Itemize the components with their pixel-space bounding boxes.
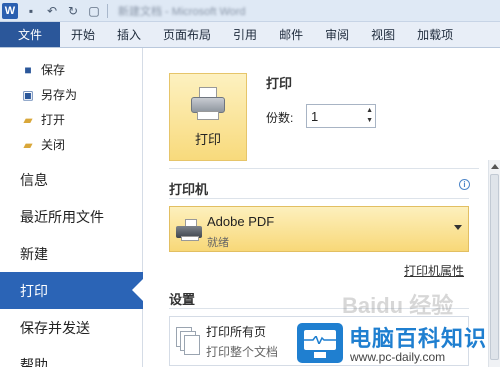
menu-item-print[interactable]: 打印 (0, 272, 144, 309)
printer-icon (176, 219, 204, 243)
tab-references[interactable]: 引用 (222, 22, 268, 47)
printer-dropdown[interactable]: Adobe PDF 就绪 (169, 206, 469, 252)
save-as-icon: ▣ (22, 87, 34, 102)
open-folder-icon: ▰ (23, 112, 33, 127)
printer-name: Adobe PDF (207, 214, 275, 229)
menu-item-label: 另存为 (41, 88, 78, 102)
copies-label: 份数: (266, 111, 294, 125)
print-preview-icon[interactable]: ▢ (86, 3, 102, 19)
info-icon[interactable]: i (459, 179, 470, 190)
watermark-title: 电脑百科知识 (349, 326, 488, 351)
print-range-subtitle: 打印整个文档 (206, 345, 279, 359)
tab-home[interactable]: 开始 (60, 22, 106, 47)
print-button-label: 打印 (194, 131, 221, 147)
spin-arrows-icon[interactable]: ▲ ▼ (366, 106, 373, 126)
divider (169, 168, 479, 169)
tab-file[interactable]: 文件 (0, 22, 60, 47)
tab-addins[interactable]: 加载项 (406, 22, 464, 47)
menu-item-open[interactable]: ▰ 打开 (0, 107, 142, 132)
word-app-icon[interactable]: W (2, 2, 18, 19)
copies-value: 1 (311, 109, 319, 124)
undo-icon[interactable]: ↶ (44, 3, 60, 19)
menu-item-label: 关闭 (41, 138, 66, 152)
printer-status: 就绪 (207, 237, 229, 249)
settings-section-title: 设置 (169, 292, 196, 307)
menu-item-label: 打开 (41, 113, 66, 127)
redo-icon[interactable]: ↻ (65, 3, 81, 19)
print-range-title: 打印所有页 (206, 325, 267, 339)
backstage-menu: ■ 保存 ▣ 另存为 ▰ 打开 ▰ 关闭 信息 最近所用文件 新建 打印 保存并… (0, 48, 144, 367)
menu-item-save-as[interactable]: ▣ 另存为 (0, 82, 142, 107)
menu-item-recent[interactable]: 最近所用文件 (0, 198, 142, 235)
menu-item-help[interactable]: 帮助 (0, 346, 142, 367)
pages-icon (176, 327, 200, 355)
tab-view[interactable]: 视图 (360, 22, 406, 47)
title-bar: W ▪ ↶ ↻ ▢ 新建文档 - Microsoft Word (0, 0, 500, 22)
menu-item-save-and-send[interactable]: 保存并发送 (0, 309, 142, 346)
tab-insert[interactable]: 插入 (106, 22, 152, 47)
tab-review[interactable]: 审阅 (314, 22, 360, 47)
site-watermark: 电脑百科知识 www.pc-daily.com (297, 319, 500, 367)
tab-mailings[interactable]: 邮件 (268, 22, 314, 47)
copies-stepper[interactable]: 1 ▲ ▼ (306, 104, 376, 128)
scroll-up-icon[interactable] (491, 164, 499, 169)
window-title: 新建文档 - Microsoft Word (118, 5, 246, 18)
printer-properties-link[interactable]: 打印机属性 (404, 262, 464, 279)
print-section-title: 打印 (266, 76, 293, 91)
ribbon-tabs: 文件 开始 插入 页面布局 引用 邮件 审阅 视图 加载项 (0, 22, 500, 48)
save-icon: ■ (24, 62, 32, 77)
menu-item-close[interactable]: ▰ 关闭 (0, 132, 142, 157)
baidu-watermark: Baidu 经验 (342, 293, 454, 318)
close-folder-icon: ▰ (23, 137, 33, 152)
dropdown-arrow-icon (454, 225, 462, 230)
printer-icon (189, 86, 227, 121)
quick-access-separator (107, 3, 108, 18)
menu-item-info[interactable]: 信息 (0, 161, 142, 198)
printer-section-title: 打印机 (169, 182, 209, 197)
print-button[interactable]: 打印 (169, 73, 247, 161)
divider (169, 198, 469, 199)
menu-item-new[interactable]: 新建 (0, 235, 142, 272)
monitor-logo-icon (297, 323, 343, 363)
save-icon[interactable]: ▪ (23, 3, 39, 19)
tab-page-layout[interactable]: 页面布局 (152, 22, 222, 47)
menu-item-label: 保存 (41, 63, 66, 77)
watermark-url: www.pc-daily.com (350, 350, 446, 364)
menu-item-save[interactable]: ■ 保存 (0, 57, 142, 82)
